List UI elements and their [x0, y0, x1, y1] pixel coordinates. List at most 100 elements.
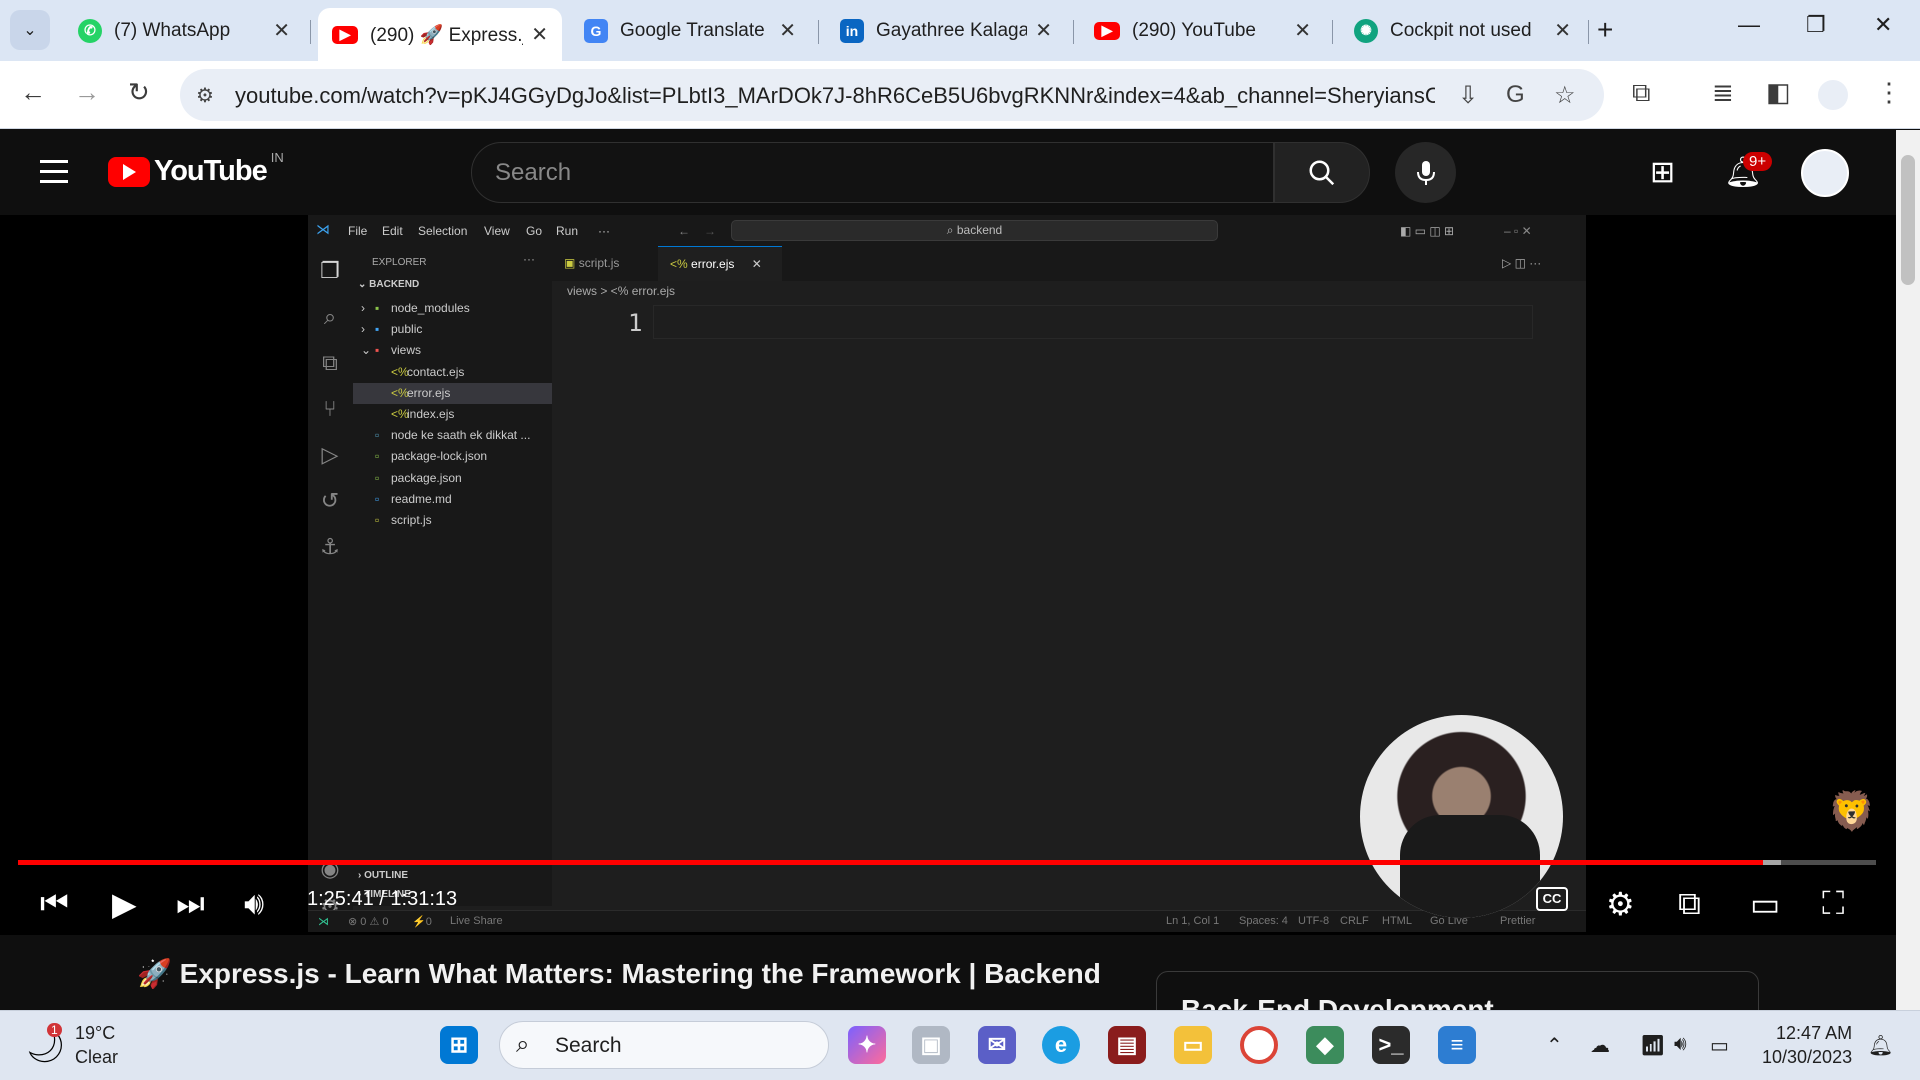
extensions-icon: ⧉	[322, 350, 338, 375]
play-icon[interactable]: ▶	[112, 885, 137, 923]
webcam-overlay	[1360, 715, 1563, 918]
volume-icon[interactable]: 🔊︎	[244, 885, 264, 923]
extensions-icon[interactable]: ⧉	[1632, 77, 1651, 109]
previous-video-icon[interactable]: ⏮︎	[40, 885, 69, 923]
show-hidden-icons[interactable]: ⌃	[1546, 1033, 1563, 1058]
windows-start-icon[interactable]: ⊞	[440, 1026, 478, 1064]
account-avatar[interactable]	[1801, 149, 1849, 197]
current-line-highlight	[653, 305, 1533, 339]
youtube-logo[interactable]: YouTube IN	[108, 150, 284, 188]
scrollbar-thumb[interactable]	[1901, 155, 1915, 285]
file-tree-item: ▫ script.js	[353, 510, 552, 531]
vscode-status-bar: ⋊ ⊗ 0 ⚠ 0 ⚡0 Live Share Ln 1, Col 1 Spac…	[308, 910, 1586, 932]
close-window-button[interactable]: ✕	[1874, 12, 1892, 38]
bookmark-star-icon[interactable]: ☆	[1554, 81, 1576, 110]
close-icon[interactable]: ✕	[1294, 18, 1311, 43]
miniplayer-icon[interactable]: ⧉	[1678, 885, 1701, 923]
tab-search-button[interactable]: ⌄	[10, 10, 50, 50]
file-type-icon: ▪	[375, 322, 380, 337]
minimize-button[interactable]: —	[1738, 12, 1760, 38]
page-scrollbar[interactable]	[1896, 130, 1920, 1010]
notifications-icon[interactable]: 🔔︎	[1868, 1033, 1893, 1058]
weather-condition: Clear	[75, 1047, 119, 1067]
settings-gear-icon[interactable]: ⚙	[1606, 885, 1635, 923]
tab-linkedin[interactable]: in Gayathree Kalaga ✕	[826, 8, 1066, 53]
close-icon[interactable]: ✕	[531, 22, 548, 47]
file-tree-item: <% index.ejs	[353, 404, 552, 425]
vscode-command-center: ⌕ backend	[731, 220, 1218, 241]
status-position: Ln 1, Col 1	[1166, 915, 1220, 927]
terminal-icon[interactable]: >_	[1372, 1026, 1410, 1064]
close-icon[interactable]: ✕	[1554, 18, 1571, 43]
task-view-icon[interactable]: ▣	[912, 1026, 950, 1064]
status-eol: CRLF	[1340, 915, 1369, 927]
translate-page-icon[interactable]: G	[1506, 81, 1525, 109]
create-video-icon[interactable]: ⊞	[1650, 155, 1675, 190]
file-tree-item: <% contact.ejs	[353, 362, 552, 383]
vscode-nav-forward-icon: →	[704, 224, 716, 238]
battery-icon[interactable]: ▭	[1710, 1033, 1729, 1058]
file-name: views	[391, 343, 422, 358]
video-progress-bar[interactable]	[18, 860, 1876, 865]
channel-watermark-icon[interactable]: 🦁	[1828, 790, 1875, 834]
chevron-icon: ›	[361, 301, 365, 315]
status-problems: ⊗ 0 ⚠ 0	[348, 916, 389, 928]
close-icon[interactable]: ✕	[779, 18, 796, 43]
editor-tab-error: <% error.ejs ✕	[658, 246, 782, 281]
restore-button[interactable]: ❐	[1806, 12, 1826, 38]
tab-chatgpt[interactable]: ✺ Cockpit not used ✕	[1340, 8, 1585, 53]
chrome-icon[interactable]	[1240, 1026, 1278, 1064]
profile-avatar[interactable]	[1818, 80, 1848, 110]
voice-search-button[interactable]	[1395, 142, 1456, 203]
close-icon[interactable]: ✕	[273, 18, 290, 43]
media-control-icon[interactable]: ≣	[1712, 77, 1734, 108]
file-explorer-icon[interactable]: ▭	[1174, 1026, 1212, 1064]
status-spaces: Spaces: 4	[1239, 915, 1288, 927]
windows-taskbar: 🌙︎ 1 19°C Clear ⊞ ⌕ Search ✦ ▣ ✉ e ▤ ▭ ◆…	[0, 1010, 1920, 1080]
install-app-icon[interactable]: ⇩	[1458, 81, 1478, 110]
teams-chat-icon[interactable]: ✉	[978, 1026, 1016, 1064]
tab-label: Google Translate	[620, 19, 765, 41]
system-clock[interactable]: 12:47 AM 10/30/2023	[1762, 1021, 1852, 1069]
search-input[interactable]: Search	[471, 142, 1274, 203]
translate-icon: G	[584, 18, 608, 43]
subtitles-cc-button[interactable]: CC	[1536, 887, 1568, 911]
chrome-menu-icon[interactable]: ⋮	[1876, 77, 1902, 108]
onedrive-icon[interactable]: ☁	[1590, 1033, 1610, 1058]
vscode-activity-bar: ❐ ⌕ ⧉ ⑂ ▷ ↺ ⚓︎ ◉ ⚙	[308, 246, 353, 932]
file-name: script.js	[391, 513, 432, 527]
search-placeholder: Search	[495, 159, 572, 186]
tab-youtube[interactable]: ▶ (290) YouTube ✕	[1080, 8, 1325, 53]
new-tab-button[interactable]: +	[1597, 14, 1613, 46]
address-bar[interactable]: ⚙ youtube.com/watch?v=pKJ4GGyDgJo&list=P…	[180, 69, 1604, 121]
side-panel-icon[interactable]: ◧	[1766, 77, 1791, 108]
next-video-icon[interactable]: ⏭︎	[176, 885, 205, 923]
hamburger-menu-icon[interactable]	[40, 160, 68, 190]
youtube-logo-text: YouTube	[154, 155, 268, 187]
tab-google-translate[interactable]: G Google Translate ✕	[570, 8, 810, 53]
notepad-icon[interactable]: ≡	[1438, 1026, 1476, 1064]
tab-express-video[interactable]: ▶ (290) 🚀 Express.js ✕	[318, 8, 562, 61]
reload-button[interactable]: ↻	[128, 77, 150, 108]
wifi-icon[interactable]: 📶︎	[1640, 1033, 1665, 1058]
video-player[interactable]: ⋊ File Edit Selection View Go Run ··· ← …	[0, 215, 1900, 935]
edge-icon[interactable]: e	[1042, 1026, 1080, 1064]
search-button[interactable]	[1274, 142, 1370, 203]
tab-whatsapp[interactable]: ✆ (7) WhatsApp ✕	[64, 8, 304, 53]
git-icon[interactable]: ◆	[1306, 1026, 1344, 1064]
taskbar-search[interactable]: ⌕ Search	[499, 1021, 829, 1069]
outline-label: OUTLINE	[364, 870, 408, 881]
url-text[interactable]: youtube.com/watch?v=pKJ4GGyDgJo&list=PLb…	[235, 83, 1435, 109]
fullscreen-icon[interactable]: ⛶	[1822, 885, 1844, 923]
forward-button[interactable]: →	[74, 77, 100, 108]
vscode-editor-tabs: ▣ script.js <% error.ejs ✕ ▷ ◫ ···	[552, 246, 1586, 281]
copilot-icon[interactable]: ✦	[848, 1026, 886, 1064]
volume-icon[interactable]: 🔊︎	[1674, 1033, 1687, 1056]
file-name: package-lock.json	[391, 449, 488, 464]
winrar-icon[interactable]: ▤	[1108, 1026, 1146, 1064]
theater-mode-icon[interactable]: ▭	[1750, 885, 1780, 923]
back-button[interactable]: ←	[20, 77, 46, 108]
site-info-icon[interactable]: ⚙	[196, 83, 214, 108]
weather-temperature: 19°C	[75, 1023, 116, 1043]
close-icon[interactable]: ✕	[1035, 18, 1052, 43]
